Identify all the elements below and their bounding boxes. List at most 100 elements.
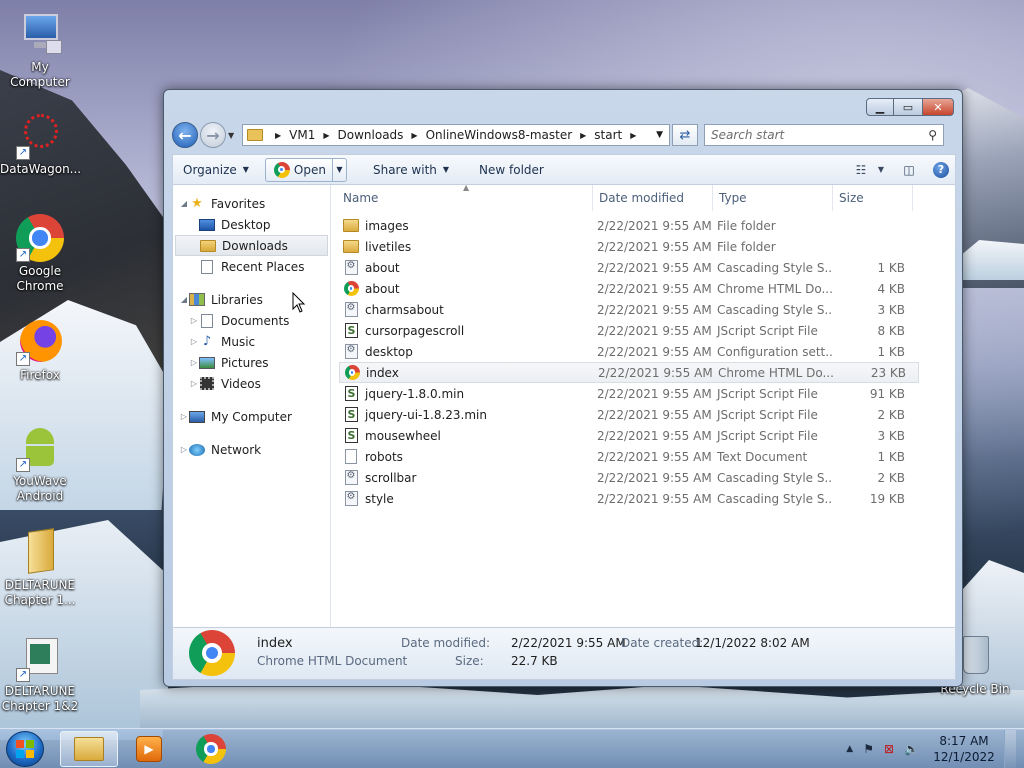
column-header-row: ▲ Name Date modified Type Size [331,183,955,211]
search-input[interactable]: Search start ⚲ [704,124,944,146]
file-row[interactable]: desktop 2/22/2021 9:55 AM Configuration se… [339,341,919,362]
file-row[interactable]: about 2/22/2021 9:55 AM Chrome HTML Do... 4… [339,278,919,299]
breadcrumb-separator-icon: ▶ [630,130,637,140]
css-file-icon [344,491,358,506]
file-name-cell: style [339,491,593,507]
nav-recent-places[interactable]: Recent Places [173,256,330,277]
breadcrumb-item[interactable]: start [594,128,622,142]
desktop-icon-firefox[interactable]: ↗ Firefox [0,318,80,383]
nav-music[interactable]: ▷ ♪ Music [173,331,330,352]
action-center-icon[interactable]: ⚑ [863,742,874,756]
nav-pictures[interactable]: ▷ Pictures [173,352,330,373]
breadcrumb-item[interactable]: VM1 [289,128,315,142]
js-file-icon [344,428,358,443]
text-file-icon [345,449,357,464]
js-file-icon [344,323,358,338]
details-date-created: 12/1/2022 8:02 AM [695,636,810,650]
address-bar[interactable]: ▶ VM1 ▶ Downloads ▶ OnlineWindows8-master ▶… [242,124,670,146]
nav-downloads[interactable]: Downloads [175,235,328,256]
nav-network[interactable]: ▷ Network [173,439,330,460]
nav-desktop[interactable]: Desktop [173,214,330,235]
nav-documents[interactable]: ▷ Documents [173,310,330,331]
desktop-icon-youwave-android[interactable]: ↗ YouWave Android [0,424,80,504]
view-dropdown-button[interactable]: ▼ [875,159,887,181]
desktop-icon-deltarune-chapter-1-2[interactable]: ↗ DELTARUNE Chapter 1&2 [0,634,80,714]
recent-pages-dropdown[interactable]: ▼ [228,131,238,140]
address-dropdown-icon[interactable]: ▼ [656,130,663,140]
file-row[interactable]: robots 2/22/2021 9:55 AM Text Document 1 KB [339,446,919,467]
expand-arrow-icon[interactable]: ▷ [179,445,189,454]
address-row: ← → ▼ ▶ VM1 ▶ Downloads ▶ OnlineWindows8-ma… [172,122,954,148]
computer-icon [16,10,64,58]
chevron-down-icon: ▼ [877,165,885,174]
expand-arrow-icon[interactable]: ▷ [189,316,199,325]
desktop-icon-datawagon[interactable]: ↗ DataWagon... [0,112,81,177]
expand-arrow-icon[interactable]: ▷ [189,358,199,367]
file-type: Chrome HTML Do... [717,281,833,296]
show-desktop-button[interactable] [1004,730,1016,768]
folder-icon [247,129,263,141]
preview-pane-button[interactable]: ◫ [895,159,923,181]
show-hidden-icons-icon[interactable]: ▲ [846,744,853,754]
open-button[interactable]: Open ▼ [264,157,347,182]
file-row[interactable]: index 2/22/2021 9:55 AM Chrome HTML Do... 2… [339,362,919,383]
open-dropdown-button[interactable]: ▼ [331,158,346,181]
file-date-modified: 2/22/2021 9:55 AM [597,491,712,506]
file-row[interactable]: about 2/22/2021 9:55 AM Cascading Style S.… [339,257,919,278]
volume-icon[interactable]: 🔈 [904,742,919,756]
taskbar-media-player-button[interactable]: ▶ [120,731,178,767]
start-button[interactable] [6,731,44,767]
new-folder-button[interactable]: New folder [469,158,554,182]
file-row[interactable]: mousewheel 2/22/2021 9:55 AM JScript Scrip… [339,425,919,446]
nav-favorites[interactable]: ◢ ★ Favorites [173,193,330,214]
file-name-cell: mousewheel [339,428,593,444]
column-header-name[interactable]: ▲ Name [331,183,593,211]
file-row[interactable]: charmsabout 2/22/2021 9:55 AM Cascading St… [339,299,919,320]
expand-arrow-icon[interactable]: ▷ [189,379,199,388]
breadcrumb-item[interactable]: Downloads [338,128,404,142]
column-header-date-modified[interactable]: Date modified [593,184,713,211]
expand-arrow-icon[interactable]: ▷ [179,412,189,421]
desktop-icon-my-computer[interactable]: My Computer [0,10,80,90]
file-row[interactable]: images 2/22/2021 9:55 AM File folder [339,215,919,236]
refresh-button[interactable]: ⇄ [672,124,698,146]
expand-arrow-icon[interactable]: ◢ [179,199,189,208]
file-row[interactable]: jquery-1.8.0.min 2/22/2021 9:55 AM JScript… [339,383,919,404]
nav-videos[interactable]: ▷ Videos [173,373,330,394]
organize-button[interactable]: Organize ▼ [173,158,259,182]
column-header-size[interactable]: Size [833,184,913,211]
network-disconnected-icon[interactable]: ⊠ [884,742,894,756]
file-row[interactable]: scrollbar 2/22/2021 9:55 AM Cascading Styl… [339,467,919,488]
app-icon: ↗ [16,634,64,682]
search-icon[interactable]: ⚲ [928,128,937,142]
file-row[interactable]: cursorpagescroll 2/22/2021 9:55 AM JScript… [339,320,919,341]
view-options-button[interactable]: ☷ [847,159,875,181]
maximize-button[interactable]: ▭ [893,98,923,116]
expand-arrow-icon[interactable]: ◢ [179,295,189,304]
nav-libraries[interactable]: ◢ Libraries [173,289,330,310]
css-file-icon [344,260,358,275]
android-icon: ↗ [16,424,64,472]
file-size: 4 KB [877,281,905,296]
media-player-icon: ▶ [136,736,162,762]
clock[interactable]: 8:17 AM 12/1/2022 [932,733,996,765]
videos-icon [199,377,215,391]
file-row[interactable]: style 2/22/2021 9:55 AM Cascading Style S.… [339,488,919,509]
close-button[interactable]: ✕ [922,98,954,116]
taskbar-chrome-button[interactable] [182,731,240,767]
forward-button[interactable]: → [200,122,226,148]
share-with-button[interactable]: Share with ▼ [363,158,459,182]
nav-my-computer[interactable]: ▷ My Computer [173,406,330,427]
file-name-cell: images [339,218,593,234]
desktop-icon-deltarune-chapter-1[interactable]: DELTARUNE Chapter 1... [0,528,80,608]
back-button[interactable]: ← [172,122,198,148]
desktop-icon-google-chrome[interactable]: ↗ Google Chrome [0,214,80,294]
minimize-button[interactable]: ▁ [866,98,894,116]
expand-arrow-icon[interactable]: ▷ [189,337,199,346]
file-row[interactable]: jquery-ui-1.8.23.min 2/22/2021 9:55 AM JSc… [339,404,919,425]
help-button[interactable]: ? [927,159,955,181]
column-header-type[interactable]: Type [713,184,833,211]
taskbar-explorer-button[interactable] [60,731,118,767]
breadcrumb-item[interactable]: OnlineWindows8-master [426,128,573,142]
file-row[interactable]: livetiles 2/22/2021 9:55 AM File folder [339,236,919,257]
